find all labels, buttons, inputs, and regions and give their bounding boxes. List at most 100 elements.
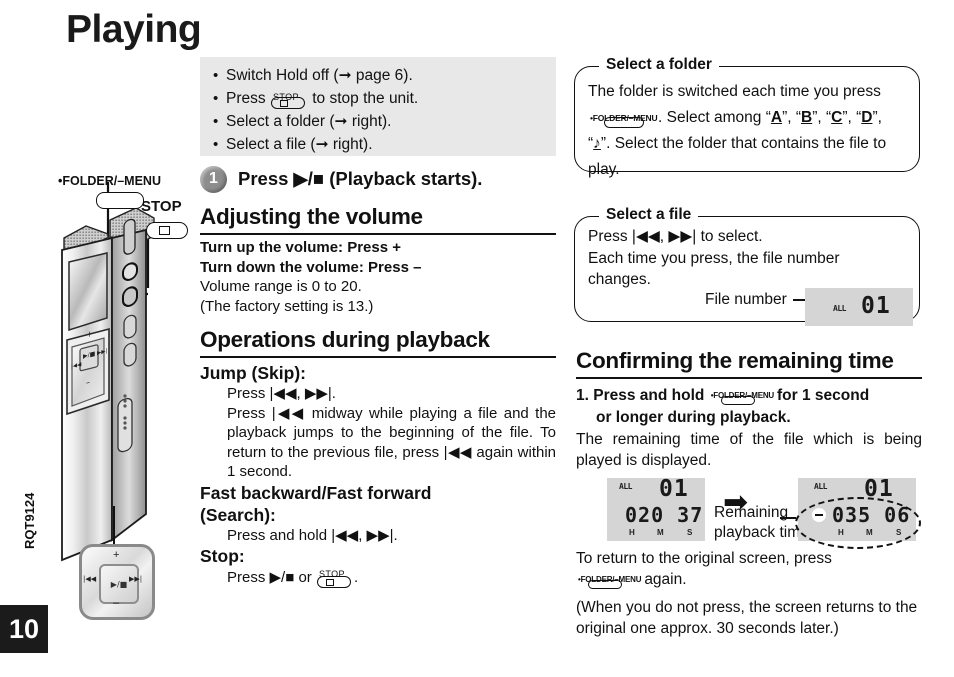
subheading-stop: Stop:	[200, 546, 245, 566]
operations-body: Jump (Skip): Press |◀◀, ▶▶|. Press |◀◀ m…	[200, 362, 556, 588]
volume-down-line: Turn down the volume: Press –	[200, 258, 422, 276]
dpad-next-label: ▶▶|	[129, 575, 143, 583]
remaining-step-text-post: for 1 second	[777, 387, 870, 404]
spine-code: RQT9124	[22, 492, 37, 549]
lcd-file-number-value: 01	[861, 293, 891, 319]
svg-text:+: +	[86, 328, 93, 340]
step-number-text: 1	[209, 170, 218, 187]
list-item: Select a folder (➞ right).	[209, 110, 556, 133]
page-title: Playing	[66, 8, 202, 51]
volume-up-line: Turn up the volume: Press +	[200, 239, 402, 256]
prep-bullet-2-post: to stop the unit.	[312, 90, 419, 107]
lcd-file-number-display: ALL 01	[805, 288, 913, 326]
remaining-step-1-line2: or longer during playback.	[596, 409, 791, 426]
select-folder-text-pre: The folder is switched each time you pre…	[588, 83, 881, 100]
lcd-seconds-label: S	[687, 528, 693, 537]
list-item: Press STOP to stop the unit.	[209, 87, 556, 110]
dpad-minus-label: –	[113, 597, 120, 609]
list-item: Select a file (➞ right).	[209, 133, 556, 156]
folder-label-music: ♪	[593, 135, 601, 152]
stop-icon-square	[279, 100, 288, 107]
step-one-instruction: Press ▶/■ (Playback starts).	[238, 168, 483, 189]
lcd-before-display: ALL 01 020 37 H M S	[607, 476, 705, 541]
lcd-elapsed-time-value: 020 37	[625, 503, 704, 527]
folder-label-b: B	[801, 109, 813, 126]
prep-bullet-1-tail: page 6).	[351, 67, 413, 84]
jump-line-1: Press |◀◀, ▶▶|.	[227, 385, 336, 402]
confirming-remaining-time-body: 1. Press and hold •FOLDER/–MENU for 1 se…	[576, 385, 922, 471]
select-folder-legend: Select a folder	[599, 56, 719, 74]
stop-icon-square	[325, 579, 334, 586]
lcd-file-number-value: 01	[659, 476, 689, 502]
volume-range-line: Volume range is 0 to 20.	[200, 278, 362, 295]
dpad-plus-label: +	[113, 549, 120, 561]
adjusting-volume-body: Turn up the volume: Press + Turn down th…	[200, 238, 556, 316]
folder-menu-button-icon[interactable]: •FOLDER/–MENU	[711, 387, 774, 407]
folder-menu-button-icon[interactable]: •FOLDER/–MENU	[590, 107, 658, 129]
folder-label-d: D	[861, 109, 873, 126]
lcd-all-indicator: ALL	[833, 304, 846, 313]
highlight-ellipse	[795, 497, 921, 549]
folder-menu-icon-pill	[720, 396, 755, 405]
jump-line-2: Press |◀◀ midway while playing a file an…	[227, 404, 556, 481]
dpad-leader-line	[113, 506, 115, 544]
dpad-prev-label: |◀◀	[83, 575, 97, 583]
stop-button-icon[interactable]: STOP	[270, 88, 307, 109]
remaining-step-text-pre: Press and hold	[593, 387, 705, 404]
folder-menu-icon-pill	[604, 117, 644, 128]
stop-switch-glyph[interactable]	[146, 222, 192, 239]
subheading-jump: Jump (Skip):	[200, 363, 306, 383]
prep-bullet-4: Select a file (➞ right).	[226, 136, 373, 153]
lcd-minutes-label: M	[657, 528, 664, 537]
prep-bullet-3: Select a folder (➞ right).	[226, 113, 392, 130]
step-one-row: 1 Press ▶/■ (Playback starts).	[200, 162, 556, 196]
remaining-step-1-line1: 1. Press and hold •FOLDER/–MENU for 1 se…	[576, 385, 922, 407]
list-item: Switch Hold off (➞ page 6).	[209, 64, 556, 87]
lcd-all-indicator: ALL	[619, 482, 632, 491]
folder-menu-icon-pill	[588, 580, 622, 589]
section-heading-confirming-remaining-time: Confirming the remaining time	[576, 348, 922, 379]
page-number-text: 10	[8, 613, 40, 644]
stop-line-post: .	[353, 569, 359, 586]
remaining-body-2-post: again.	[644, 571, 687, 588]
svg-text:–: –	[86, 377, 90, 388]
prep-bullet-1-text: Switch Hold off (	[226, 67, 339, 84]
dpad-play-stop-label: ▶/■	[110, 579, 128, 589]
select-folder-box: Select a folder The folder is switched e…	[574, 56, 920, 178]
lcd-hours-label: H	[629, 528, 635, 537]
preparation-box: Switch Hold off (➞ page 6). Press STOP t…	[200, 57, 556, 156]
remaining-step-number: 1.	[576, 387, 589, 404]
select-file-line-2: Each time you press, the file number cha…	[588, 249, 840, 289]
preparation-bullet-list: Switch Hold off (➞ page 6). Press STOP t…	[200, 57, 556, 156]
lcd-all-indicator: ALL	[814, 482, 827, 491]
stop-line-pre: Press ▶/■ or	[227, 569, 312, 586]
select-folder-text-mid: . Select among “	[658, 109, 771, 126]
remaining-caption-leader-line	[780, 517, 796, 519]
dpad-control[interactable]: ▶/■ + – |◀◀ ▶▶|	[79, 544, 155, 620]
select-folder-body: The folder is switched each time you pre…	[588, 83, 887, 178]
page-number-badge: 10	[0, 605, 48, 653]
stop-line: Press ▶/■ or STOP .	[200, 567, 556, 588]
folder-label-a: A	[770, 109, 783, 126]
folder-menu-button-glyph[interactable]	[96, 192, 144, 209]
folder-menu-button-icon[interactable]: •FOLDER/–MENU	[578, 571, 642, 591]
prep-bullet-2-pre: Press	[226, 90, 266, 107]
file-number-callout-label: File number	[705, 291, 787, 308]
manual-page: Playing RQT9124 10 •FOLDER/–MENU STOP ▶/…	[0, 0, 954, 677]
stop-icon-switch	[270, 97, 305, 109]
arrow-icon: ➞	[338, 67, 352, 84]
search-line-1: Press and hold |◀◀, ▶▶|.	[227, 526, 398, 544]
remaining-body-2-row: •FOLDER/–MENU again.	[576, 569, 924, 591]
folder-label-c: C	[831, 109, 843, 126]
subheading-search-line1: Fast backward/Fast forward	[200, 482, 432, 503]
remaining-body-1: The remaining time of the file which is …	[576, 431, 922, 469]
remaining-footer-text: To return to the original screen, press …	[576, 548, 924, 639]
stop-button-icon[interactable]: STOP	[316, 567, 353, 588]
select-file-body: Press |◀◀, ▶▶| to select. Each time you …	[575, 217, 919, 291]
section-heading-adjusting-volume: Adjusting the volume	[200, 204, 556, 235]
remaining-body-3: (When you do not press, the screen retur…	[576, 599, 918, 637]
volume-factory-line: (The factory setting is 13.)	[200, 297, 374, 315]
stop-icon-switch	[316, 576, 351, 588]
subheading-search-line2: (Search):	[200, 504, 276, 525]
remaining-body-2-pre: To return to the original screen, press	[576, 550, 832, 567]
